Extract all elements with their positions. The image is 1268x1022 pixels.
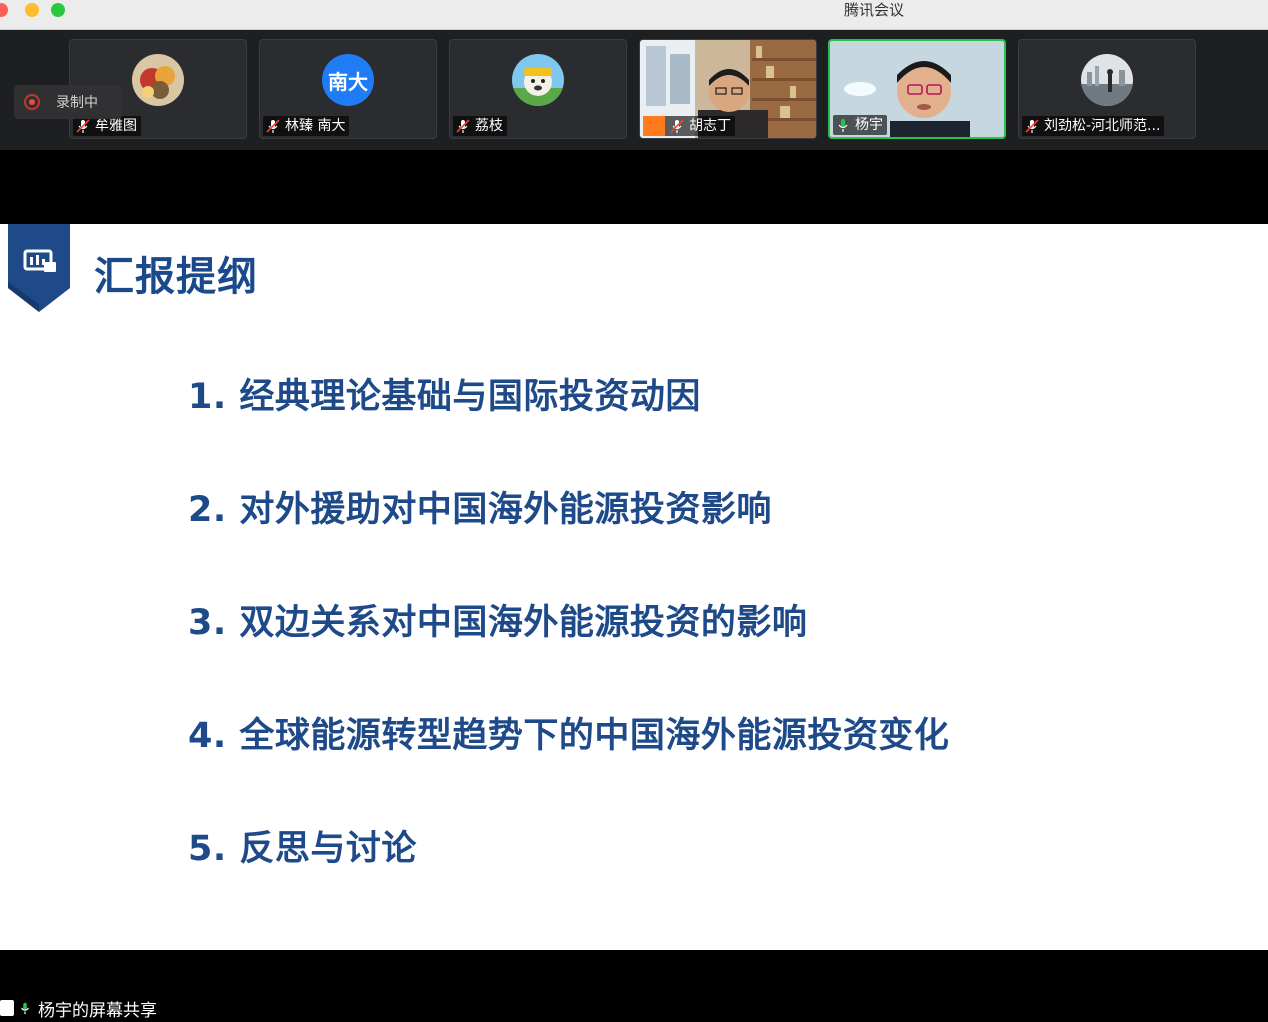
participant-name: 林臻 南大 bbox=[285, 118, 346, 134]
participant-tile[interactable]: 荔枝 bbox=[449, 39, 627, 139]
avatar bbox=[1081, 54, 1133, 106]
participant-nametag: 荔枝 bbox=[453, 116, 507, 136]
screen-share-icon bbox=[0, 1000, 14, 1016]
recording-label: 录制中 bbox=[56, 95, 98, 111]
mic-muted-icon bbox=[1025, 119, 1039, 133]
mic-muted-icon bbox=[670, 119, 684, 133]
mic-muted-icon bbox=[76, 119, 90, 133]
outline-item: 5. 反思与讨论 bbox=[188, 829, 417, 869]
outline-item: 4. 全球能源转型趋势下的中国海外能源投资变化 bbox=[188, 716, 950, 756]
window-titlebar: 腾讯会议 bbox=[0, 0, 1268, 30]
record-icon bbox=[24, 94, 40, 110]
mic-on-icon bbox=[838, 119, 848, 132]
participant-name: 荔枝 bbox=[475, 118, 503, 134]
bottom-bar bbox=[0, 950, 1268, 1022]
person-icon bbox=[643, 116, 665, 136]
participant-name: 刘劲松-河北师范... bbox=[1044, 118, 1161, 134]
participant-name: 牟雅图 bbox=[95, 118, 137, 134]
presentation-badge-icon bbox=[8, 224, 70, 312]
outline-item: 3. 双边关系对中国海外能源投资的影响 bbox=[188, 603, 808, 643]
slide-title: 汇报提纲 bbox=[94, 254, 258, 300]
avatar bbox=[132, 54, 184, 106]
mic-muted-icon bbox=[456, 119, 470, 133]
screen-share-indicator[interactable]: 杨宇的屏幕共享 bbox=[0, 996, 157, 1021]
screen-share-label: 杨宇的屏幕共享 bbox=[38, 1000, 157, 1021]
avatar: 南大 bbox=[322, 54, 374, 106]
avatar bbox=[512, 54, 564, 106]
participant-nametag: 杨宇 bbox=[833, 115, 887, 135]
participant-name: 胡志丁 bbox=[689, 118, 731, 134]
app-title: 腾讯会议 bbox=[843, 1, 904, 19]
outline-item: 1. 经典理论基础与国际投资动因 bbox=[188, 377, 701, 417]
participant-strip: 牟雅图 南大 林臻 南大 荔枝 胡志丁 杨宇 刘劲松-河北师范... 录制中 bbox=[0, 30, 1268, 150]
participant-nametag: 胡志丁 bbox=[643, 116, 735, 136]
participant-tile[interactable]: 南大 林臻 南大 bbox=[259, 39, 437, 139]
shared-slide: 汇报提纲 1. 经典理论基础与国际投资动因 2. 对外援助对中国海外能源投资影响… bbox=[0, 224, 1268, 950]
outline-item: 2. 对外援助对中国海外能源投资影响 bbox=[188, 490, 772, 530]
mic-on-icon bbox=[21, 1002, 29, 1015]
participant-tile-active[interactable]: 杨宇 bbox=[828, 39, 1006, 139]
participant-nametag: 林臻 南大 bbox=[263, 116, 350, 136]
participant-name: 杨宇 bbox=[855, 117, 883, 133]
participant-tile[interactable]: 胡志丁 bbox=[639, 39, 817, 139]
recording-indicator[interactable]: 录制中 bbox=[14, 85, 122, 119]
participant-nametag: 牟雅图 bbox=[73, 116, 141, 136]
participant-tile[interactable]: 刘劲松-河北师范... bbox=[1018, 39, 1196, 139]
participant-nametag: 刘劲松-河北师范... bbox=[1022, 116, 1165, 136]
mic-muted-icon bbox=[266, 119, 280, 133]
